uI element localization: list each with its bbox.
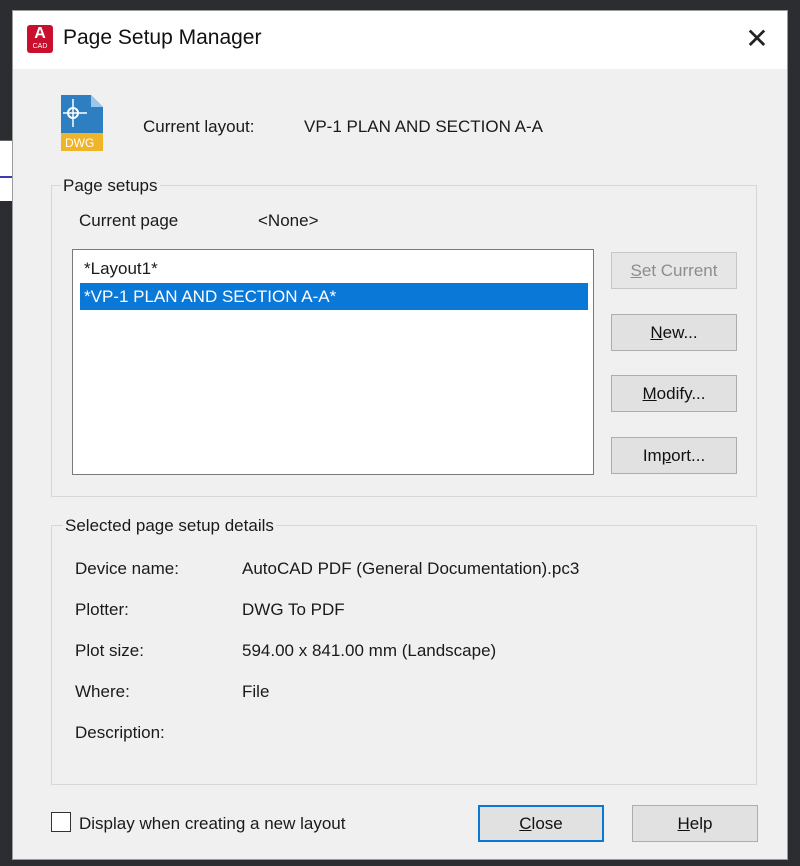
close-accel: C xyxy=(519,814,532,833)
where-label: Where: xyxy=(75,682,130,701)
app-icon-letter: A xyxy=(34,25,46,42)
close-icon[interactable]: ✕ xyxy=(741,23,773,55)
title-bar: A CAD Page Setup Manager ✕ xyxy=(13,11,787,69)
plotter-label: Plotter: xyxy=(75,600,129,619)
set-current-button[interactable]: Set Current xyxy=(611,252,737,289)
import-accel: p xyxy=(661,446,672,465)
display-new-layout-label[interactable]: Display when creating a new layout xyxy=(79,814,345,834)
list-item-selected[interactable]: *VP-1 PLAN AND SECTION A-A* xyxy=(80,283,588,310)
new-accel: N xyxy=(650,323,663,342)
plot-size-label: Plot size: xyxy=(75,641,144,660)
help-button[interactable]: Help xyxy=(632,805,758,842)
new-button[interactable]: New... xyxy=(611,314,737,351)
page-setup-manager-dialog: A CAD Page Setup Manager ✕ DWG Current l… xyxy=(12,10,788,860)
where-value: File xyxy=(242,682,270,701)
help-accel: H xyxy=(677,814,690,833)
page-setups-list[interactable]: *Layout1* *VP-1 PLAN AND SECTION A-A* xyxy=(72,249,594,475)
window-title: Page Setup Manager xyxy=(63,26,262,49)
set-current-accel: S xyxy=(630,261,642,280)
list-item[interactable]: *Layout1* xyxy=(80,255,588,282)
description-label: Description: xyxy=(75,723,165,742)
display-new-layout-checkbox[interactable] xyxy=(51,812,71,832)
current-layout-label: Current layout: xyxy=(143,117,255,136)
modify-label: odify... xyxy=(656,384,706,403)
help-label: elp xyxy=(689,814,713,833)
import-label-pre: Im xyxy=(642,446,662,465)
current-page-value: <None> xyxy=(258,211,319,230)
setup-details-legend: Selected page setup details xyxy=(63,516,276,536)
dwg-file-icon-label: DWG xyxy=(65,136,94,150)
close-button[interactable]: Close xyxy=(478,805,604,842)
plotter-value: DWG To PDF xyxy=(242,600,345,619)
plot-size-value: 594.00 x 841.00 mm (Landscape) xyxy=(242,641,497,660)
dwg-file-icon: DWG xyxy=(61,95,103,151)
device-name-value: AutoCAD PDF (General Documentation).pc3 xyxy=(242,559,580,578)
backdrop-line xyxy=(0,176,12,178)
modify-button[interactable]: Modify... xyxy=(611,375,737,412)
close-label: lose xyxy=(531,814,563,833)
autocad-app-icon: A CAD xyxy=(27,25,53,53)
current-page-label: Current page xyxy=(79,211,179,230)
app-icon-sub: CAD xyxy=(32,43,48,50)
device-name-label: Device name: xyxy=(75,559,179,578)
current-layout-value: VP-1 PLAN AND SECTION A-A xyxy=(304,117,544,136)
modify-accel: M xyxy=(642,384,657,403)
import-button[interactable]: Import... xyxy=(611,437,737,474)
import-label: ort... xyxy=(671,446,706,465)
backdrop-top xyxy=(0,0,800,10)
set-current-label: et Current xyxy=(641,261,718,280)
backdrop-drawing-fragment xyxy=(0,140,12,201)
new-label: ew... xyxy=(662,323,698,342)
page-setups-legend: Page setups xyxy=(61,176,160,196)
